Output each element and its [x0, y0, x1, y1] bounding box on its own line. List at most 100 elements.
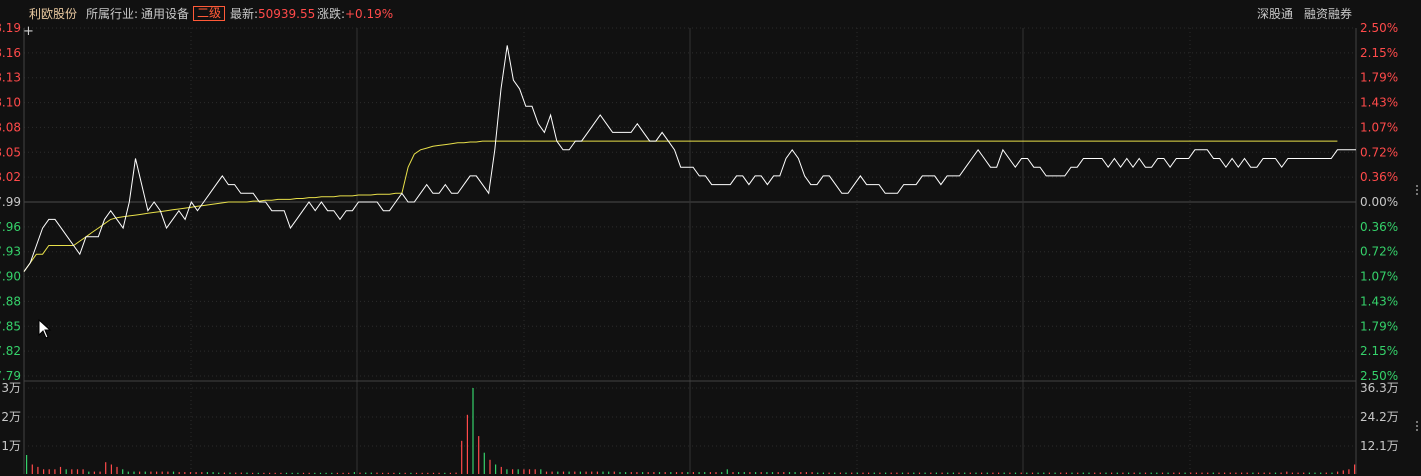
- resize-handle-icon[interactable]: [1415, 184, 1421, 196]
- volume-bar: [551, 471, 553, 474]
- volume-bar: [1037, 472, 1039, 474]
- volume-bar: [1235, 472, 1237, 474]
- price-tick-label: 8.08: [0, 120, 21, 134]
- volume-bar: [257, 472, 259, 474]
- volume-bar: [1077, 472, 1079, 474]
- percent-tick-label: 1.07%: [1360, 120, 1398, 134]
- volume-bar: [189, 472, 192, 474]
- volume-bar: [732, 472, 734, 474]
- volume-bar: [37, 466, 39, 474]
- volume-bar: [1269, 472, 1271, 474]
- resize-handle-icon[interactable]: [1415, 420, 1421, 432]
- volume-bar: [302, 472, 305, 474]
- volume-bar: [1167, 472, 1169, 474]
- volume-bar: [1128, 472, 1130, 474]
- volume-bar: [941, 472, 943, 474]
- volume-bar: [755, 472, 757, 474]
- volume-bar: [512, 469, 514, 474]
- volume-bar: [1088, 472, 1090, 474]
- volume-bar: [167, 471, 169, 474]
- volume-bar: [252, 472, 254, 474]
- volume-bar: [1354, 464, 1356, 474]
- volume-bar: [998, 472, 1000, 474]
- percent-tick-label: 0.72%: [1360, 145, 1398, 159]
- volume-tick-label: 24.2万: [1360, 410, 1399, 424]
- volume-bar: [235, 472, 237, 474]
- volume-bar: [376, 472, 378, 474]
- volume-bar: [99, 471, 101, 474]
- volume-bar: [156, 471, 158, 474]
- volume-bar: [698, 472, 700, 474]
- volume-bar: [88, 471, 90, 474]
- volume-bar: [353, 472, 355, 474]
- volume-bar: [1348, 469, 1350, 474]
- percent-tick-label: 1.79%: [1360, 319, 1398, 333]
- volume-bar: [1218, 472, 1220, 474]
- volume-bar: [263, 472, 265, 474]
- volume-bar: [1224, 472, 1226, 474]
- volume-bar: [788, 472, 791, 474]
- volume-bar: [240, 472, 242, 474]
- volume-bar: [483, 452, 485, 474]
- volume-bar: [783, 472, 785, 474]
- volume-bar: [924, 472, 926, 474]
- price-tick-label: 8.02: [0, 170, 21, 184]
- volume-bar: [545, 471, 548, 474]
- volume-bar: [1337, 471, 1339, 474]
- volume-bar: [1190, 472, 1192, 474]
- volume-bar: [805, 472, 807, 474]
- volume-bar: [172, 471, 175, 474]
- volume-bar: [636, 472, 638, 474]
- volume-bar: [387, 472, 389, 474]
- percent-tick-label: 2.15%: [1360, 46, 1398, 60]
- volume-bar: [704, 472, 706, 474]
- volume-bar: [472, 388, 474, 474]
- volume-bar: [1195, 472, 1197, 474]
- volume-bar: [1031, 472, 1034, 474]
- volume-bar: [269, 472, 271, 474]
- volume-bar: [359, 472, 361, 474]
- volume-bar: [1184, 472, 1186, 474]
- volume-bar: [918, 472, 921, 474]
- volume-bar: [1246, 472, 1248, 474]
- volume-bar: [116, 466, 118, 474]
- percent-tick-label: 1.43%: [1360, 96, 1398, 110]
- volume-bar: [766, 472, 768, 474]
- volume-bar: [201, 472, 203, 474]
- volume-bar: [896, 472, 898, 474]
- percent-tick-label: 0.36%: [1360, 170, 1398, 184]
- volume-bar: [370, 472, 372, 474]
- volume-bar: [348, 472, 350, 474]
- volume-bar: [421, 472, 423, 474]
- volume-bar: [399, 472, 401, 474]
- volume-bar: [1071, 472, 1073, 474]
- volume-bar: [647, 472, 649, 474]
- volume-bar: [653, 472, 655, 474]
- volume-bar: [76, 469, 79, 474]
- volume-bar: [1026, 472, 1028, 474]
- volume-bar: [800, 472, 802, 474]
- volume-bar: [1201, 472, 1203, 474]
- volume-bar: [630, 472, 632, 474]
- percent-tick-label: 2.15%: [1360, 344, 1398, 358]
- volume-bar: [1303, 472, 1305, 474]
- volume-bar: [992, 472, 994, 474]
- volume-bar: [466, 414, 468, 474]
- volume-bar: [913, 472, 915, 474]
- volume-bar: [885, 472, 887, 474]
- volume-bar: [1099, 472, 1101, 474]
- volume-bar: [1144, 472, 1147, 474]
- volume-bar: [1014, 472, 1017, 474]
- mouse-cursor-icon: [38, 319, 52, 339]
- volume-bar: [229, 472, 231, 474]
- price-tick-label: 8.05: [0, 145, 21, 159]
- volume-bar: [828, 472, 830, 474]
- volume-bar: [687, 472, 689, 474]
- volume-bar: [794, 472, 796, 474]
- volume-bar: [449, 472, 451, 474]
- volume-bar: [642, 472, 644, 474]
- volume-bar: [602, 471, 604, 474]
- volume-bar: [726, 469, 728, 474]
- volume-bar: [1094, 472, 1096, 474]
- intraday-chart[interactable]: 8.19 8.16 8.13 8.10 8.08 8.05 8.02 7.99 7.96 7.93…: [0, 0, 1421, 476]
